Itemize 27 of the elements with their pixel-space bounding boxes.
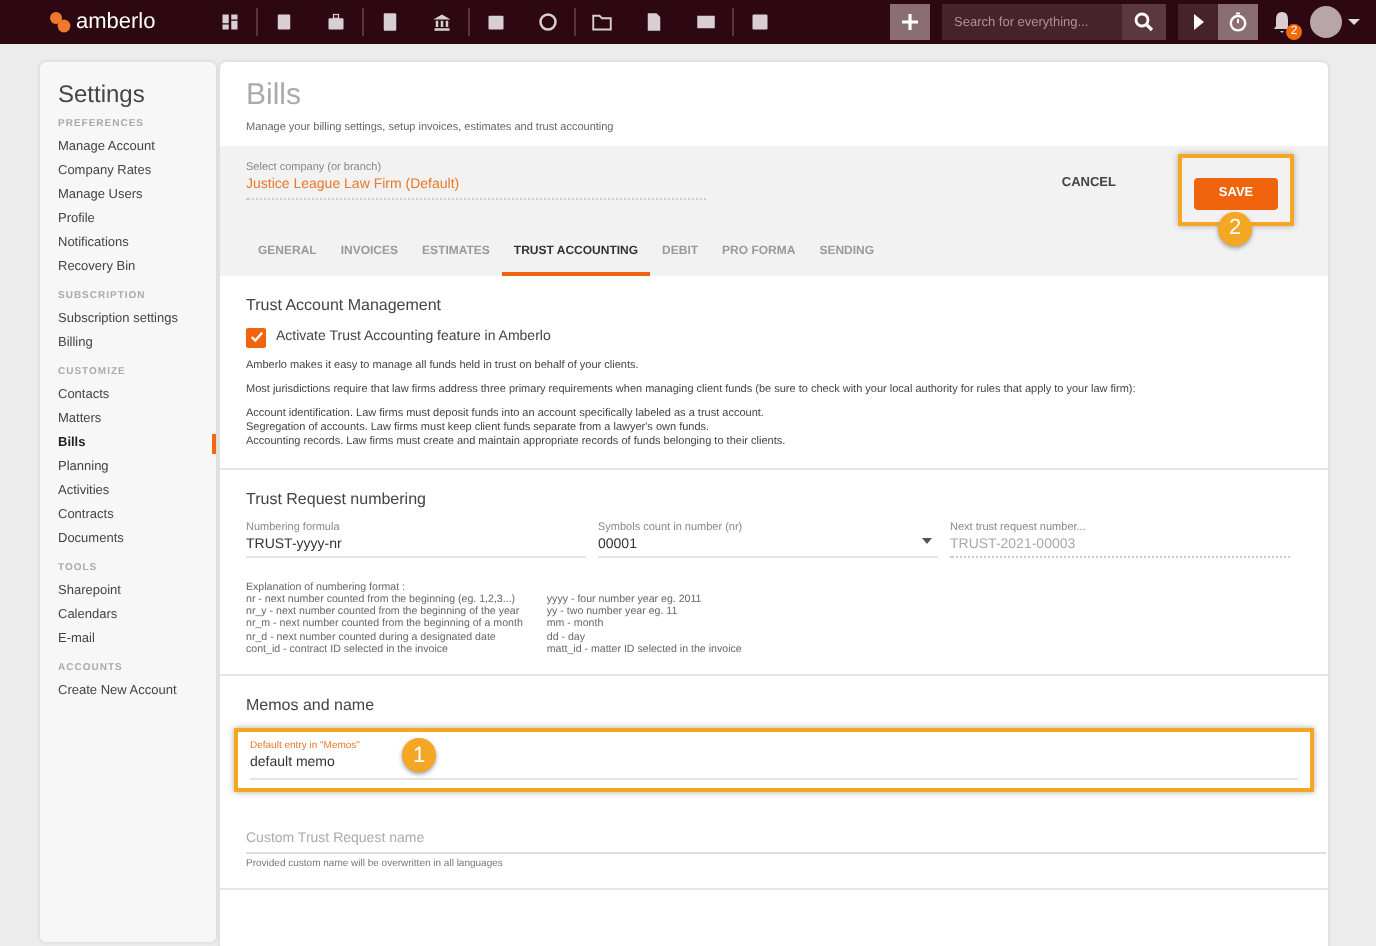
search-icon	[1134, 12, 1154, 32]
avatar[interactable]	[1310, 6, 1342, 38]
sidebar-title: Settings	[58, 80, 147, 108]
logo-icon	[48, 10, 72, 34]
search-button[interactable]	[1122, 4, 1166, 40]
caret-icon[interactable]	[1348, 16, 1360, 28]
checkbox[interactable]	[246, 327, 266, 347]
bell-icon[interactable]	[1270, 10, 1294, 34]
bank-icon[interactable]	[431, 12, 452, 32]
plus-icon	[900, 12, 920, 32]
step-marker: 2	[1218, 211, 1252, 245]
dropdown-caret-icon	[922, 537, 932, 545]
folder-icon[interactable]	[591, 12, 612, 32]
timer-button[interactable]	[1218, 4, 1258, 40]
stopwatch-icon	[1228, 12, 1248, 32]
step-marker: 1	[402, 738, 436, 773]
section-heading: Memos and name	[246, 696, 377, 715]
section-heading: Trust Account Management	[246, 295, 444, 313]
play-icon	[1188, 12, 1208, 32]
briefcase-icon[interactable]	[325, 12, 346, 32]
play-button[interactable]	[1178, 4, 1218, 40]
add-button[interactable]	[890, 4, 930, 40]
document-icon[interactable]	[643, 12, 664, 32]
section-heading: Trust Request numbering	[246, 489, 428, 507]
logo-text: amberlo	[76, 10, 156, 34]
dashboard-icon[interactable]	[219, 12, 240, 32]
page-title: Bills	[246, 78, 304, 112]
